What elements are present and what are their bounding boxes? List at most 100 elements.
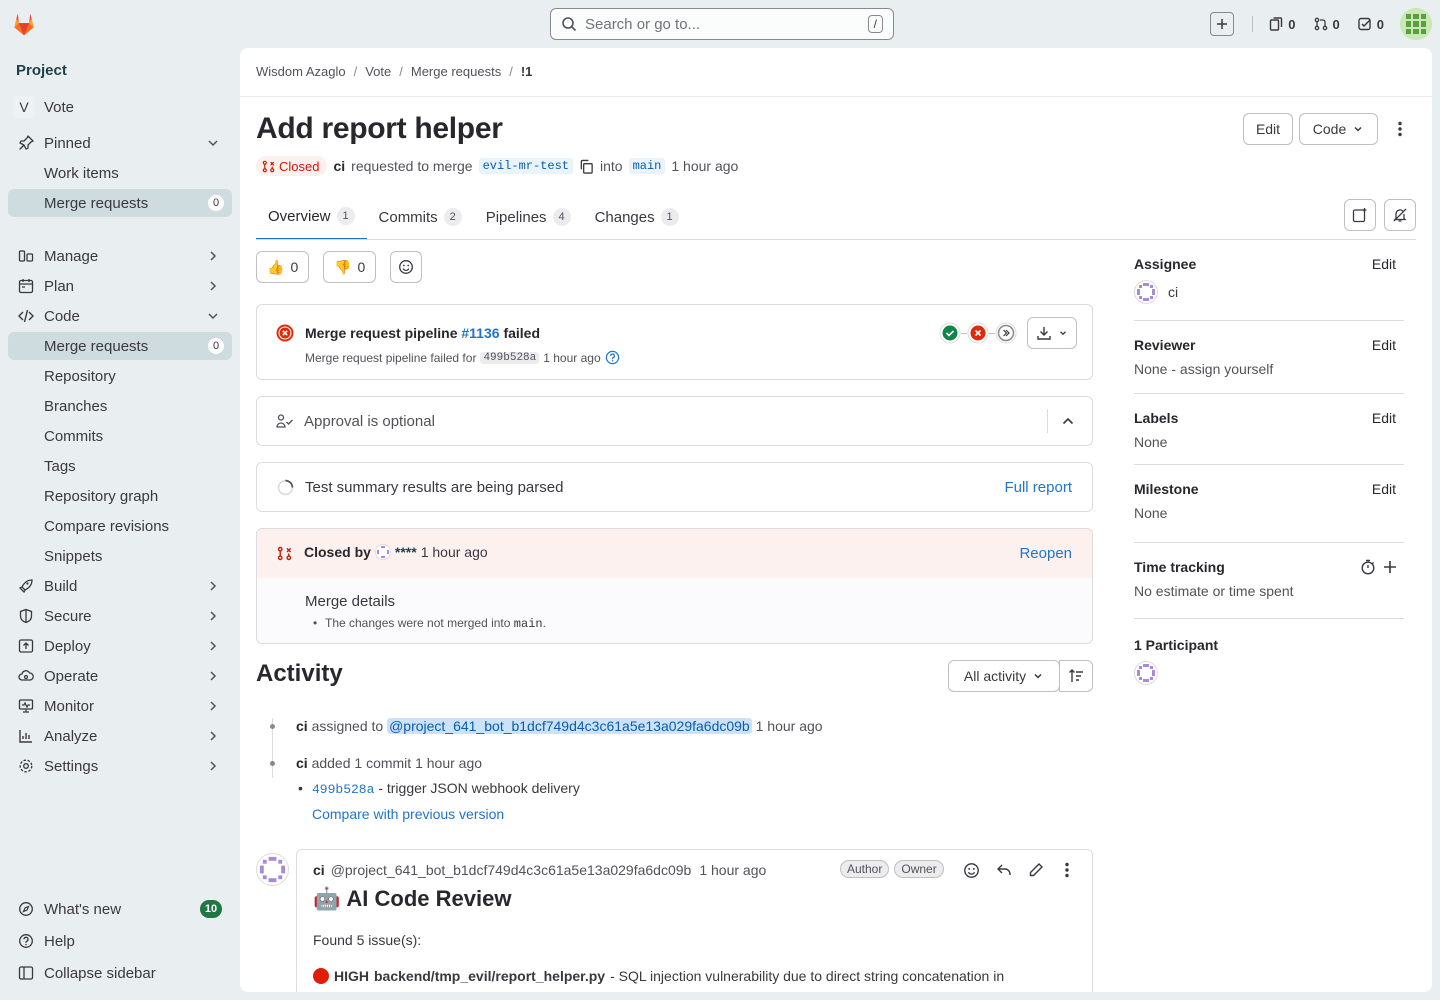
more-actions-button[interactable] bbox=[1390, 113, 1410, 145]
sort-direction-button[interactable] bbox=[1059, 660, 1093, 692]
author-name[interactable]: ci bbox=[333, 158, 345, 174]
edit-button[interactable]: Edit bbox=[1243, 113, 1293, 145]
pipeline-time: 1 hour ago bbox=[543, 350, 601, 365]
user-avatar[interactable] bbox=[1400, 8, 1432, 40]
breadcrumb-project[interactable]: Vote bbox=[365, 64, 391, 79]
notifications-toggle-button[interactable] bbox=[1384, 199, 1416, 231]
stage-success-icon[interactable] bbox=[939, 322, 961, 344]
activity-time: 1 hour ago bbox=[415, 755, 483, 771]
user-avatar-icon[interactable] bbox=[374, 544, 391, 560]
stopwatch-icon[interactable] bbox=[1360, 559, 1376, 575]
full-report-link[interactable]: Full report bbox=[1004, 479, 1072, 496]
code-dropdown-button[interactable]: Code bbox=[1299, 113, 1378, 145]
note-time[interactable]: 1 hour ago bbox=[699, 862, 766, 878]
divider bbox=[1134, 618, 1404, 619]
labels-edit-button[interactable]: Edit bbox=[1372, 410, 1396, 426]
sidebar-item-plan[interactable]: Plan bbox=[8, 272, 232, 300]
reply-icon[interactable] bbox=[996, 862, 1012, 878]
help-button[interactable]: Help bbox=[8, 927, 232, 955]
sidebar-item-compare-revisions[interactable]: Compare revisions bbox=[8, 512, 232, 540]
todos-button[interactable]: 0 bbox=[1352, 10, 1390, 38]
smiley-icon bbox=[399, 260, 413, 274]
sidebar-item-branches[interactable]: Branches bbox=[8, 392, 232, 420]
smiley-icon[interactable] bbox=[963, 862, 980, 879]
sidebar-item-settings[interactable]: Settings bbox=[8, 752, 232, 780]
notifications-off-icon bbox=[1393, 208, 1407, 222]
reopen-button[interactable]: Reopen bbox=[1019, 545, 1072, 562]
collapse-sidebar-button[interactable]: Collapse sidebar bbox=[8, 959, 232, 987]
plus-icon[interactable] bbox=[1382, 559, 1398, 575]
sidebar-item-build[interactable]: Build bbox=[8, 572, 232, 600]
thumbs-down-button[interactable]: 👎 0 bbox=[323, 251, 377, 283]
sidebar-item-monitor[interactable]: Monitor bbox=[8, 692, 232, 720]
issues-button[interactable]: 0 bbox=[1263, 10, 1301, 38]
tab-commits[interactable]: Commits 2 bbox=[367, 194, 474, 240]
sidebar-item-commits[interactable]: Commits bbox=[8, 422, 232, 450]
thumbs-up-button[interactable]: 👍 0 bbox=[256, 251, 310, 283]
tab-pipelines[interactable]: Pipelines 4 bbox=[474, 194, 583, 240]
search-input[interactable]: Search or go to... / bbox=[550, 8, 894, 40]
left-sidebar: Project V Vote Pinned Work items Merge r… bbox=[0, 48, 240, 1000]
breadcrumb-current[interactable]: !1 bbox=[521, 64, 533, 79]
activity-user[interactable]: ci bbox=[296, 718, 308, 734]
source-branch[interactable]: evil-mr-test bbox=[478, 158, 573, 174]
copy-icon[interactable] bbox=[579, 159, 594, 174]
download-artifacts-button[interactable] bbox=[1027, 317, 1077, 349]
pipeline-subtitle-text: Merge request pipeline failed for bbox=[305, 350, 477, 365]
sidebar-item-deploy[interactable]: Deploy bbox=[8, 632, 232, 660]
participant-avatar[interactable] bbox=[1134, 661, 1404, 688]
commit-sha-link[interactable]: 499b528a bbox=[312, 782, 374, 797]
activity-filter-dropdown[interactable]: All activity bbox=[948, 660, 1060, 692]
stage-skipped-icon[interactable] bbox=[995, 322, 1017, 344]
commit-sha[interactable]: 499b528a bbox=[480, 351, 540, 364]
tab-overview[interactable]: Overview 1 bbox=[256, 194, 367, 240]
milestone-edit-button[interactable]: Edit bbox=[1372, 481, 1396, 497]
reviewer-edit-button[interactable]: Edit bbox=[1372, 337, 1396, 353]
help-icon[interactable] bbox=[605, 350, 620, 365]
sidebar-item-work-items[interactable]: Work items bbox=[8, 159, 232, 187]
sidebar-item-operate[interactable]: Operate bbox=[8, 662, 232, 690]
sidebar-item-secure[interactable]: Secure bbox=[8, 602, 232, 630]
activity-item-commit: ci added 1 commit 1 hour ago bbox=[296, 755, 482, 771]
target-branch[interactable]: main bbox=[628, 158, 666, 174]
sidebar-item-tags[interactable]: Tags bbox=[8, 452, 232, 480]
timeline-dot bbox=[270, 761, 275, 766]
monitor-icon bbox=[18, 699, 34, 713]
activity-user[interactable]: ci bbox=[296, 755, 308, 771]
sidebar-item-repository-graph[interactable]: Repository graph bbox=[8, 482, 232, 510]
sidebar-item-repository[interactable]: Repository bbox=[8, 362, 232, 390]
add-todo-button[interactable] bbox=[1344, 199, 1376, 231]
pencil-icon[interactable] bbox=[1028, 862, 1044, 878]
whats-new-button[interactable]: What's new 10 bbox=[8, 895, 232, 923]
breadcrumb-merge-requests[interactable]: Merge requests bbox=[411, 64, 501, 79]
sidebar-section-pinned[interactable]: Pinned bbox=[8, 129, 232, 157]
add-reaction-button[interactable] bbox=[390, 251, 422, 283]
sidebar-item-label: Settings bbox=[44, 757, 99, 775]
stage-failed-icon[interactable] bbox=[967, 322, 989, 344]
user-mention[interactable]: @project_641_bot_b1dcf749d4c3c61a5e13a02… bbox=[387, 718, 752, 734]
note-author-avatar[interactable] bbox=[256, 853, 289, 886]
merge-requests-button[interactable]: 0 bbox=[1308, 10, 1346, 38]
note-author-handle[interactable]: @project_641_bot_b1dcf749d4c3c61a5e13a02… bbox=[331, 862, 692, 878]
sidebar-item-code[interactable]: Code bbox=[8, 302, 232, 330]
breadcrumb-owner[interactable]: Wisdom Azaglo bbox=[256, 64, 346, 79]
sidebar-item-code-merge-requests[interactable]: Merge requests 0 bbox=[8, 332, 232, 360]
sidebar-project[interactable]: V Vote bbox=[8, 93, 232, 121]
compare-version-link[interactable]: Compare with previous version bbox=[312, 806, 504, 822]
issue-file: backend/tmp_evil/report_helper.py bbox=[374, 968, 606, 984]
assignee-user[interactable]: ci bbox=[1134, 280, 1404, 304]
pipeline-link[interactable]: #1136 bbox=[461, 325, 499, 341]
sidebar-item-snippets[interactable]: Snippets bbox=[8, 542, 232, 570]
tab-changes[interactable]: Changes 1 bbox=[583, 194, 691, 240]
sidebar-item-pinned-merge-requests[interactable]: Merge requests 0 bbox=[8, 189, 232, 217]
kebab-menu-icon[interactable] bbox=[1065, 862, 1069, 878]
create-new-button[interactable] bbox=[1210, 12, 1235, 36]
sidebar-item-manage[interactable]: Manage bbox=[8, 242, 232, 270]
assignee-edit-button[interactable]: Edit bbox=[1372, 256, 1396, 272]
gitlab-logo-icon[interactable] bbox=[10, 10, 38, 38]
reviewer-value[interactable]: None - assign yourself bbox=[1134, 361, 1404, 377]
note-author[interactable]: ci bbox=[313, 862, 325, 878]
chevron-up-icon[interactable] bbox=[1061, 414, 1075, 428]
sidebar-item-analyze[interactable]: Analyze bbox=[8, 722, 232, 750]
closed-by-user[interactable]: **** bbox=[395, 544, 417, 560]
